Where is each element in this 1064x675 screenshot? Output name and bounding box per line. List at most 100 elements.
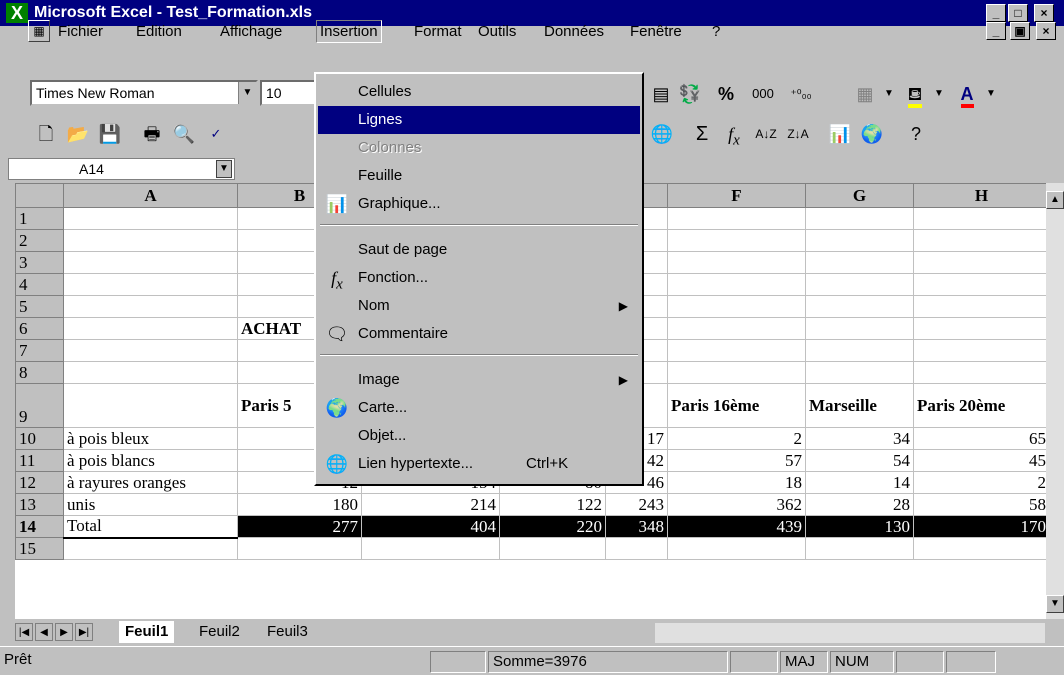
- table-row[interactable]: 13 unis 180 214 122 243 362 28 58: [15, 493, 1050, 516]
- cell[interactable]: 45: [913, 449, 1050, 472]
- chevron-down-icon[interactable]: ▼: [238, 82, 256, 104]
- hyperlink-icon[interactable]: 🌐: [648, 120, 676, 148]
- open-icon[interactable]: 📂: [64, 120, 92, 148]
- cell[interactable]: 122: [499, 493, 606, 516]
- row-header[interactable]: 6: [15, 317, 64, 340]
- row-header[interactable]: 4: [15, 273, 64, 296]
- row-header[interactable]: 11: [15, 449, 64, 472]
- row-header[interactable]: 5: [15, 295, 64, 318]
- cell[interactable]: 404: [361, 515, 500, 538]
- doc-minimize-button[interactable]: _: [986, 22, 1006, 40]
- menu-item-graphique[interactable]: 📊 Graphique...: [318, 190, 640, 218]
- row-header[interactable]: 7: [15, 339, 64, 362]
- cell-label[interactable]: à rayures oranges: [63, 471, 238, 494]
- save-icon[interactable]: 💾: [96, 120, 124, 148]
- header-cell-h9[interactable]: Paris 20ème: [913, 383, 1050, 428]
- sort-descending-icon[interactable]: Z↓A: [784, 120, 812, 148]
- autosum-icon[interactable]: Σ: [688, 120, 716, 148]
- cell-label[interactable]: à pois blancs: [63, 449, 238, 472]
- spelling-icon[interactable]: ✓: [202, 120, 230, 148]
- cell[interactable]: 2: [913, 471, 1050, 494]
- percent-icon[interactable]: %: [712, 80, 740, 108]
- cell[interactable]: 28: [805, 493, 914, 516]
- cell[interactable]: 130: [805, 515, 914, 538]
- cell[interactable]: 57: [667, 449, 806, 472]
- row-header[interactable]: 14: [15, 515, 64, 538]
- cell[interactable]: 58: [913, 493, 1050, 516]
- chart-wizard-icon[interactable]: 📊: [826, 120, 854, 148]
- menu-item-nom[interactable]: Nom ▶: [318, 292, 640, 320]
- cell[interactable]: 348: [605, 515, 668, 538]
- menu-item-fonction[interactable]: fx Fonction...: [318, 264, 640, 293]
- menu-edition[interactable]: Edition: [136, 23, 182, 40]
- borders-icon[interactable]: ▦: [852, 80, 878, 108]
- row-header[interactable]: 2: [15, 229, 64, 252]
- menu-outils[interactable]: Outils: [478, 23, 516, 40]
- next-sheet-icon[interactable]: ▶: [55, 623, 73, 641]
- row-header[interactable]: 10: [15, 427, 64, 450]
- fill-color-icon[interactable]: ⛾: [902, 80, 928, 108]
- tab-feuil3[interactable]: Feuil3: [261, 621, 314, 643]
- cell[interactable]: 362: [667, 493, 806, 516]
- cell[interactable]: 2: [667, 427, 806, 450]
- menu-format[interactable]: Format: [414, 23, 462, 40]
- prev-sheet-icon[interactable]: ◀: [35, 623, 53, 641]
- tab-feuil1[interactable]: Feuil1: [119, 621, 175, 643]
- cell[interactable]: 34: [805, 427, 914, 450]
- chevron-down-icon[interactable]: ▼: [984, 80, 998, 108]
- cell[interactable]: 54: [805, 449, 914, 472]
- menu-fenetre[interactable]: Fenêtre: [630, 23, 682, 40]
- header-cell-f9[interactable]: Paris 16ème: [667, 383, 806, 428]
- print-icon[interactable]: 🖶: [138, 120, 166, 148]
- row-header[interactable]: 9: [15, 383, 64, 428]
- doc-restore-button[interactable]: ▣: [1010, 22, 1030, 40]
- chevron-down-icon[interactable]: ▼: [882, 80, 896, 108]
- total-row[interactable]: 14 Total 277 404 220 348 439 130 170: [15, 515, 1050, 539]
- row-header[interactable]: 12: [15, 471, 64, 494]
- function-icon[interactable]: fx: [720, 120, 748, 149]
- office-assistant-icon[interactable]: ?: [902, 120, 930, 148]
- chevron-down-icon[interactable]: ▼: [216, 160, 232, 178]
- vertical-scrollbar[interactable]: ▲ ▼: [1046, 183, 1064, 619]
- map-icon[interactable]: 🌍: [858, 120, 886, 148]
- size-combo[interactable]: 10: [260, 80, 316, 106]
- cell-label[interactable]: Total: [63, 515, 238, 539]
- menu-item-feuille[interactable]: Feuille: [318, 162, 640, 190]
- cell[interactable]: 277: [237, 515, 362, 538]
- row-header[interactable]: 13: [15, 493, 64, 516]
- menu-item-commentaire[interactable]: 🗨 Commentaire: [318, 320, 640, 348]
- menu-item-saut-de-page[interactable]: Saut de page: [318, 236, 640, 264]
- cell[interactable]: 14: [805, 471, 914, 494]
- merge-icon[interactable]: ▤: [648, 80, 674, 108]
- doc-close-button[interactable]: ×: [1036, 22, 1056, 40]
- row-header[interactable]: 15: [15, 537, 64, 560]
- cell[interactable]: 180: [237, 493, 362, 516]
- menu-item-image[interactable]: Image ▶: [318, 366, 640, 394]
- decimal-icon[interactable]: ⁺⁰₀₀: [784, 80, 818, 108]
- horizontal-scrollbar[interactable]: [655, 623, 1045, 643]
- cell-label[interactable]: unis: [63, 493, 238, 516]
- print-preview-icon[interactable]: 🔍: [170, 120, 198, 148]
- cell[interactable]: 65: [913, 427, 1050, 450]
- menu-item-carte[interactable]: 🌍 Carte...: [318, 394, 640, 422]
- row-header[interactable]: 3: [15, 251, 64, 274]
- sort-ascending-icon[interactable]: A↓Z: [752, 120, 780, 148]
- workbook-icon[interactable]: ▦: [28, 20, 50, 42]
- cell-label[interactable]: à pois bleux: [63, 427, 238, 450]
- menu-donnees[interactable]: Données: [544, 23, 604, 40]
- menu-insertion[interactable]: Insertion: [316, 20, 382, 43]
- font-color-icon[interactable]: A: [954, 80, 980, 108]
- scroll-down-icon[interactable]: ▼: [1046, 595, 1064, 613]
- col-header-f[interactable]: F: [667, 183, 806, 208]
- cell[interactable]: 243: [605, 493, 668, 516]
- col-header-h[interactable]: H: [913, 183, 1050, 208]
- cell[interactable]: 214: [361, 493, 500, 516]
- menu-affichage[interactable]: Affichage: [220, 23, 282, 40]
- last-sheet-icon[interactable]: ▶|: [75, 623, 93, 641]
- cell[interactable]: 18: [667, 471, 806, 494]
- chevron-down-icon[interactable]: ▼: [932, 80, 946, 108]
- corner-cell[interactable]: [15, 183, 64, 208]
- header-cell-g9[interactable]: Marseille: [805, 383, 914, 428]
- row-header[interactable]: 1: [15, 207, 64, 230]
- menu-item-lien-hypertexte[interactable]: 🌐 Lien hypertexte... Ctrl+K: [318, 450, 640, 478]
